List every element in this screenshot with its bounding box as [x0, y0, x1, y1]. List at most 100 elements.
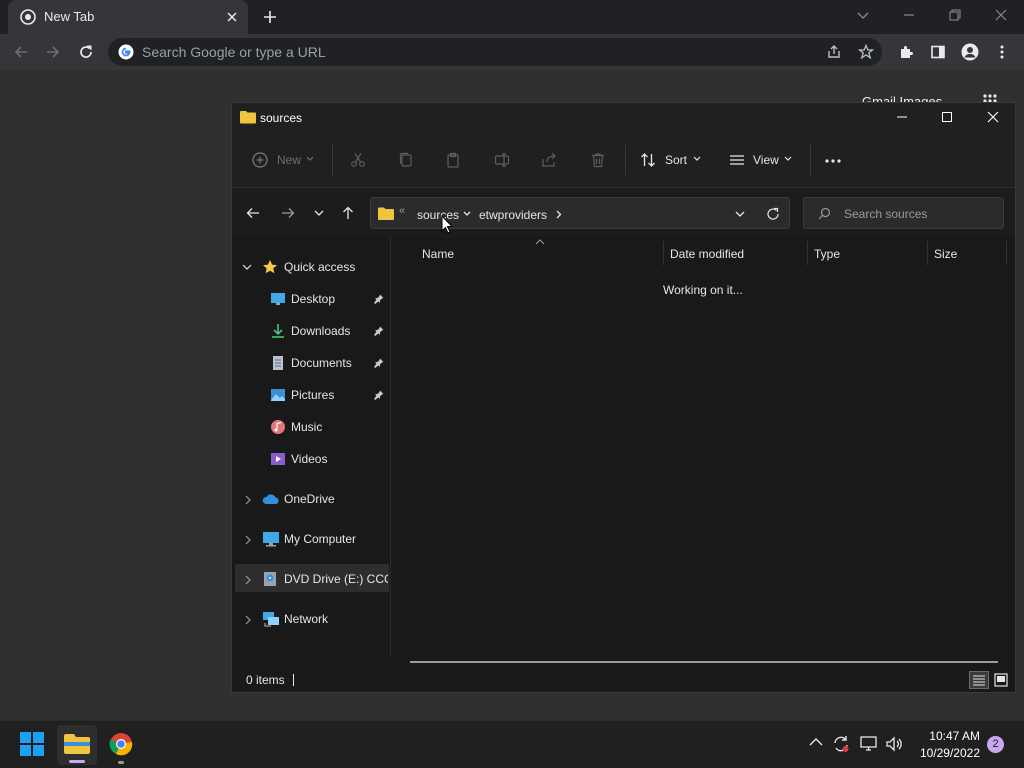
browser-close-icon[interactable]: [994, 8, 1008, 22]
up-arrow-icon[interactable]: [341, 206, 355, 220]
expand-chevron-right-icon[interactable]: [244, 535, 252, 545]
back-arrow-icon[interactable]: [246, 206, 260, 220]
file-list-area[interactable]: [391, 237, 1015, 657]
pin-icon[interactable]: [374, 294, 384, 304]
window-title: sources: [260, 111, 303, 125]
desktop-icon: [270, 291, 286, 307]
bookmark-star-icon[interactable]: [858, 44, 874, 60]
new-button[interactable]: New: [277, 153, 301, 167]
column-separator[interactable]: [1006, 241, 1007, 265]
clock-date[interactable]: 10/29/2022: [900, 746, 980, 760]
search-placeholder: Search sources: [844, 207, 928, 221]
nav-item-pictures[interactable]: Pictures: [291, 388, 334, 402]
documents-icon: [270, 355, 286, 371]
column-separator[interactable]: [927, 241, 928, 265]
onedrive-cloud-icon: [262, 492, 280, 506]
back-icon[interactable]: [13, 44, 29, 60]
column-header-date-modified[interactable]: Date modified: [670, 247, 744, 261]
extensions-icon[interactable]: [898, 44, 914, 60]
browser-minimize-icon[interactable]: [902, 8, 916, 22]
nav-item-videos[interactable]: Videos: [291, 452, 327, 466]
expand-chevron-down-icon[interactable]: [242, 263, 252, 271]
large-icons-view-icon[interactable]: [992, 671, 1010, 689]
tab-search-icon[interactable]: [856, 8, 870, 22]
nav-item-desktop[interactable]: Desktop: [291, 292, 335, 306]
minimize-icon[interactable]: [896, 111, 908, 123]
recent-locations-icon[interactable]: [314, 209, 324, 217]
column-header-size[interactable]: Size: [934, 247, 957, 261]
file-explorer-taskbar-icon: [64, 733, 90, 755]
mouse-cursor-icon: [441, 215, 453, 234]
sync-icon[interactable]: [832, 735, 850, 753]
share-file-icon[interactable]: [541, 152, 557, 168]
browser-menu-icon[interactable]: [996, 44, 1008, 60]
google-icon: [118, 44, 134, 60]
start-windows-icon[interactable]: [20, 732, 44, 756]
nav-item-onedrive[interactable]: OneDrive: [284, 492, 335, 506]
tab-close-icon[interactable]: [225, 10, 239, 24]
music-icon: [270, 419, 286, 435]
paste-icon[interactable]: [445, 152, 461, 168]
search-input[interactable]: Search sources: [803, 197, 1004, 229]
pin-icon[interactable]: [374, 390, 384, 400]
nav-item-my-computer[interactable]: My Computer: [284, 532, 356, 546]
pin-icon[interactable]: [374, 326, 384, 336]
forward-icon[interactable]: [45, 44, 61, 60]
chevron-down-icon[interactable]: [463, 211, 471, 217]
maximize-icon[interactable]: [941, 111, 953, 123]
column-separator[interactable]: [807, 241, 808, 265]
new-tab-icon[interactable]: [262, 9, 278, 25]
share-icon[interactable]: [826, 44, 842, 60]
expand-chevron-right-icon[interactable]: [244, 575, 252, 585]
side-panel-icon[interactable]: [930, 44, 946, 60]
running-app-indicator: [118, 761, 124, 764]
network-icon: [262, 611, 280, 627]
expand-chevron-right-icon[interactable]: [244, 615, 252, 625]
nav-item-downloads[interactable]: Downloads: [291, 324, 350, 338]
browser-restore-icon[interactable]: [948, 8, 962, 22]
clock-time[interactable]: 10:47 AM: [900, 729, 980, 743]
more-options-icon[interactable]: [824, 153, 842, 169]
column-header-type[interactable]: Type: [814, 247, 840, 261]
refresh-icon[interactable]: [766, 207, 780, 221]
pin-icon[interactable]: [374, 358, 384, 368]
show-hidden-icons-chevron-up-icon[interactable]: [809, 737, 823, 747]
folder-icon: [240, 110, 256, 124]
nav-item-dvd-drive[interactable]: DVD Drive (E:) CCCOMA_X64FRE: [284, 572, 388, 586]
chrome-taskbar-icon[interactable]: [109, 732, 133, 756]
details-view-button[interactable]: [969, 671, 989, 689]
view-button[interactable]: View: [753, 153, 779, 167]
chevron-right-icon[interactable]: [556, 210, 562, 219]
copy-icon[interactable]: [398, 152, 414, 168]
omnibox-placeholder[interactable]: Search Google or type a URL: [142, 44, 326, 60]
cut-icon[interactable]: [350, 152, 366, 168]
breadcrumb-overflow[interactable]: «: [399, 205, 405, 217]
breadcrumb-etwproviders[interactable]: etwproviders: [479, 208, 547, 222]
nav-item-music[interactable]: Music: [291, 420, 322, 434]
chrome-favicon-icon: [20, 9, 36, 25]
view-icon: [729, 152, 745, 168]
column-separator[interactable]: [663, 241, 664, 265]
rename-icon[interactable]: [494, 152, 510, 168]
chevron-down-icon: [693, 156, 701, 162]
delete-icon[interactable]: [590, 152, 606, 168]
close-icon[interactable]: [987, 111, 999, 123]
nav-item-quick-access[interactable]: Quick access: [284, 260, 355, 274]
nav-item-documents[interactable]: Documents: [291, 356, 352, 370]
network-tray-icon[interactable]: [860, 735, 878, 753]
sort-icon: [640, 152, 656, 168]
videos-icon: [270, 451, 286, 467]
forward-arrow-icon[interactable]: [281, 206, 295, 220]
profile-avatar-icon[interactable]: [961, 43, 979, 61]
column-header-name[interactable]: Name: [422, 247, 454, 261]
address-history-icon[interactable]: [735, 211, 745, 218]
reload-icon[interactable]: [78, 44, 94, 60]
address-bar[interactable]: « sources etwproviders: [370, 197, 790, 229]
horizontal-scrollbar[interactable]: [410, 661, 998, 663]
sort-button[interactable]: Sort: [665, 153, 687, 167]
expand-chevron-right-icon[interactable]: [244, 495, 252, 505]
chevron-down-icon: [306, 156, 314, 162]
nav-item-network[interactable]: Network: [284, 612, 328, 626]
notification-badge[interactable]: 2: [987, 736, 1004, 753]
separator: [332, 145, 333, 175]
